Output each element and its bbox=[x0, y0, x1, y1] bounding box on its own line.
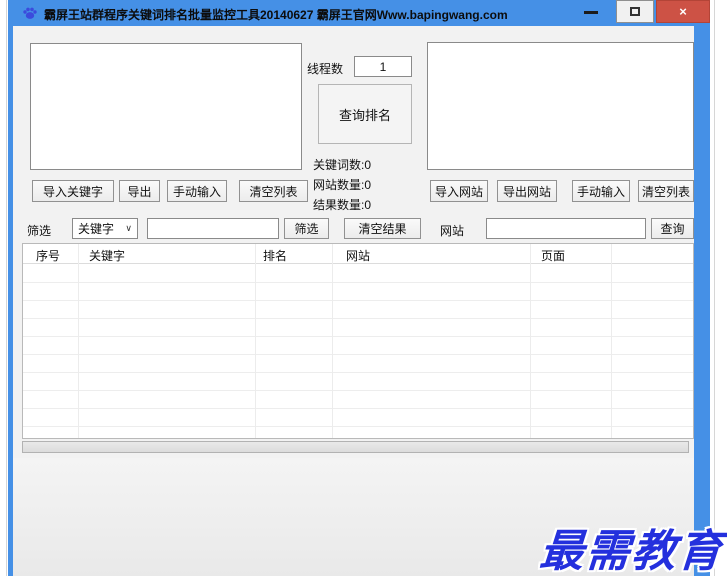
background-edge-line-left bbox=[6, 0, 7, 576]
site-query-button[interactable]: 查询 bbox=[651, 218, 694, 239]
export-sites-button[interactable]: 导出网站 bbox=[497, 180, 557, 202]
import-sites-button[interactable]: 导入网站 bbox=[430, 180, 488, 202]
close-icon: × bbox=[679, 4, 687, 19]
maximize-icon bbox=[630, 7, 640, 16]
column-divider bbox=[530, 244, 531, 438]
column-divider bbox=[332, 244, 333, 438]
column-divider bbox=[255, 244, 256, 438]
manual-input-sites-button[interactable]: 手动输入 bbox=[572, 180, 630, 202]
filter-type-dropdown[interactable]: 关键字 ∨ bbox=[72, 218, 138, 239]
site-count-status: 网站数量:0 bbox=[313, 178, 372, 192]
column-divider bbox=[78, 244, 79, 438]
filter-type-value: 关键字 bbox=[78, 222, 115, 236]
close-button[interactable]: × bbox=[656, 0, 710, 23]
app-window: 霸屏王站群程序关键词排名批量监控工具20140627 霸屏王官网Www.bapi… bbox=[8, 0, 710, 576]
results-table-body[interactable] bbox=[23, 265, 693, 438]
thread-count-label: 线程数 bbox=[307, 62, 344, 76]
filter-button[interactable]: 筛选 bbox=[284, 218, 329, 239]
client-area: 导入关键字 导出 手动输入 清空列表 线程数 查询排名 关键词数:0 网站数量:… bbox=[13, 26, 694, 576]
column-header-rank[interactable]: 排名 bbox=[263, 247, 287, 264]
clear-keywords-button[interactable]: 清空列表 bbox=[239, 180, 308, 202]
import-keywords-button[interactable]: 导入关键字 bbox=[32, 180, 114, 202]
background-edge-line-right bbox=[714, 0, 715, 576]
column-header-site[interactable]: 网站 bbox=[346, 247, 370, 264]
result-count-status: 结果数量:0 bbox=[313, 198, 372, 212]
watermark-text: 最需教育 bbox=[537, 526, 726, 577]
column-header-keyword[interactable]: 关键字 bbox=[89, 247, 125, 264]
query-ranking-button[interactable]: 查询排名 bbox=[318, 84, 412, 144]
progress-bar bbox=[22, 441, 689, 453]
manual-input-keywords-button[interactable]: 手动输入 bbox=[167, 180, 227, 202]
results-table: 序号 关键字 排名 网站 页面 bbox=[22, 243, 694, 439]
column-header-page[interactable]: 页面 bbox=[541, 247, 565, 264]
site-listbox[interactable] bbox=[427, 42, 694, 170]
title-bar[interactable]: 霸屏王站群程序关键词排名批量监控工具20140627 霸屏王官网Www.bapi… bbox=[8, 0, 710, 26]
clear-results-button[interactable]: 清空结果 bbox=[344, 218, 421, 239]
chevron-down-icon: ∨ bbox=[125, 223, 132, 233]
filter-keyword-input[interactable] bbox=[147, 218, 279, 239]
column-header-index[interactable]: 序号 bbox=[36, 247, 60, 264]
clear-sites-button[interactable]: 清空列表 bbox=[638, 180, 694, 202]
paw-app-icon bbox=[22, 5, 38, 21]
export-keywords-button[interactable]: 导出 bbox=[119, 180, 160, 202]
maximize-button[interactable] bbox=[616, 0, 654, 23]
results-table-header: 序号 关键字 排名 网站 页面 bbox=[23, 244, 693, 264]
thread-count-input[interactable] bbox=[354, 56, 412, 77]
site-filter-input[interactable] bbox=[486, 218, 646, 239]
minimize-button[interactable] bbox=[584, 11, 598, 14]
keyword-listbox[interactable] bbox=[30, 43, 302, 170]
keyword-count-status: 关键词数:0 bbox=[313, 158, 372, 172]
window-title: 霸屏王站群程序关键词排名批量监控工具20140627 霸屏王官网Www.bapi… bbox=[44, 8, 508, 22]
site-filter-label: 网站 bbox=[440, 224, 465, 238]
filter-label: 筛选 bbox=[27, 224, 52, 238]
column-divider bbox=[611, 244, 612, 438]
